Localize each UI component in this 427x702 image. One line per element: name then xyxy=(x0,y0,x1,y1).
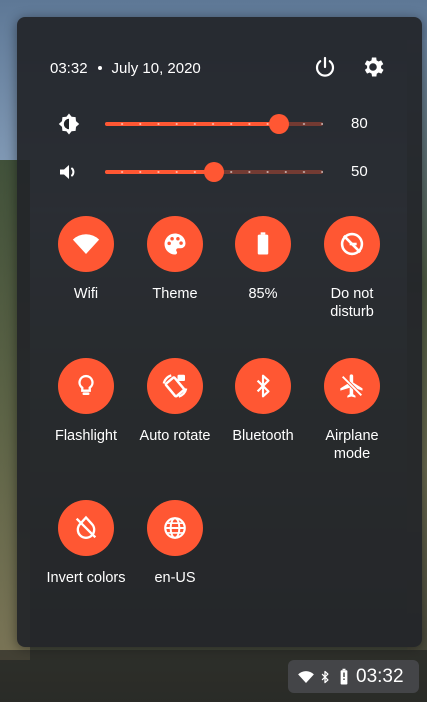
tile-bluetooth[interactable]: Bluetooth xyxy=(218,358,308,445)
tile-locale-button[interactable] xyxy=(147,500,203,556)
volume-slider[interactable] xyxy=(105,162,323,182)
brightness-thumb[interactable] xyxy=(269,114,290,134)
separator-dot xyxy=(97,66,102,70)
tile-invert-label: Invert colors xyxy=(46,570,126,586)
bluetooth-icon xyxy=(256,374,270,398)
do-not-disturb-icon xyxy=(340,232,364,256)
tray-bluetooth-icon xyxy=(321,670,329,683)
tile-wifi[interactable]: Wifi xyxy=(41,216,131,303)
tile-theme-button[interactable] xyxy=(147,216,203,272)
tile-locale[interactable]: en-US xyxy=(130,500,220,587)
tile-invert-button[interactable] xyxy=(58,500,114,556)
volume-thumb[interactable] xyxy=(204,162,224,182)
brightness-icon xyxy=(58,113,80,135)
system-tray-button[interactable]: 03:32 xyxy=(288,660,419,693)
invert-colors-icon xyxy=(75,515,97,539)
header-time: 03:32 xyxy=(50,59,88,77)
tile-battery-button[interactable] xyxy=(235,216,291,272)
tile-bluetooth-button[interactable] xyxy=(235,358,291,414)
tile-flashlight-button[interactable] xyxy=(58,358,114,414)
tile-battery[interactable]: 85% xyxy=(218,216,308,303)
tile-locale-label: en-US xyxy=(154,570,196,586)
battery-icon xyxy=(257,232,269,255)
brightness-slider[interactable] xyxy=(105,114,323,134)
globe-icon xyxy=(164,517,186,539)
brightness-slider-row: 80 xyxy=(57,111,402,137)
brightness-value: 80 xyxy=(351,115,368,132)
brightness-ticks xyxy=(105,123,323,125)
power-icon xyxy=(315,56,335,77)
tile-autorotate-label: Auto rotate xyxy=(139,428,211,444)
auto-rotate-icon xyxy=(162,374,188,398)
header-datetime: 03:32 July 10, 2020 xyxy=(50,57,201,79)
gear-icon xyxy=(364,57,384,77)
tile-theme[interactable]: Theme xyxy=(130,216,220,303)
tile-battery-label: 85% xyxy=(248,286,278,302)
tile-flashlight-label: Flashlight xyxy=(54,428,118,444)
tile-airplane-label: Airplane mode xyxy=(325,428,379,462)
volume-value: 50 xyxy=(351,163,368,180)
power-button[interactable] xyxy=(313,55,337,79)
tile-wifi-button[interactable] xyxy=(58,216,114,272)
tile-dnd-label: Do not disturb xyxy=(330,286,374,320)
tile-flashlight[interactable]: Flashlight xyxy=(41,358,131,445)
volume-slider-row: 50 xyxy=(57,159,402,185)
header-date: July 10, 2020 xyxy=(111,59,201,77)
volume-icon xyxy=(60,165,75,179)
airplane-icon xyxy=(340,374,363,398)
quick-settings-panel: 03:32 July 10, 2020 80 50 Wifi Theme 85%… xyxy=(17,17,422,647)
tile-theme-label: Theme xyxy=(152,286,198,302)
tile-airplane-button[interactable] xyxy=(324,358,380,414)
tile-wifi-label: Wifi xyxy=(73,286,99,302)
tile-dnd-button[interactable] xyxy=(324,216,380,272)
tray-wifi-icon xyxy=(298,670,314,683)
settings-button[interactable] xyxy=(360,54,386,80)
tile-airplane-mode[interactable]: Airplane mode xyxy=(307,358,397,463)
tile-bluetooth-label: Bluetooth xyxy=(232,428,294,444)
tray-battery-icon xyxy=(340,668,348,684)
palette-icon xyxy=(164,233,186,255)
wifi-icon xyxy=(72,234,100,254)
tile-invert-colors[interactable]: Invert colors xyxy=(41,500,131,587)
flashlight-icon xyxy=(78,374,94,395)
tile-autorotate-button[interactable] xyxy=(147,358,203,414)
tile-do-not-disturb[interactable]: Do not disturb xyxy=(307,216,397,321)
tile-auto-rotate[interactable]: Auto rotate xyxy=(130,358,220,445)
tray-time: 03:32 xyxy=(356,665,404,687)
